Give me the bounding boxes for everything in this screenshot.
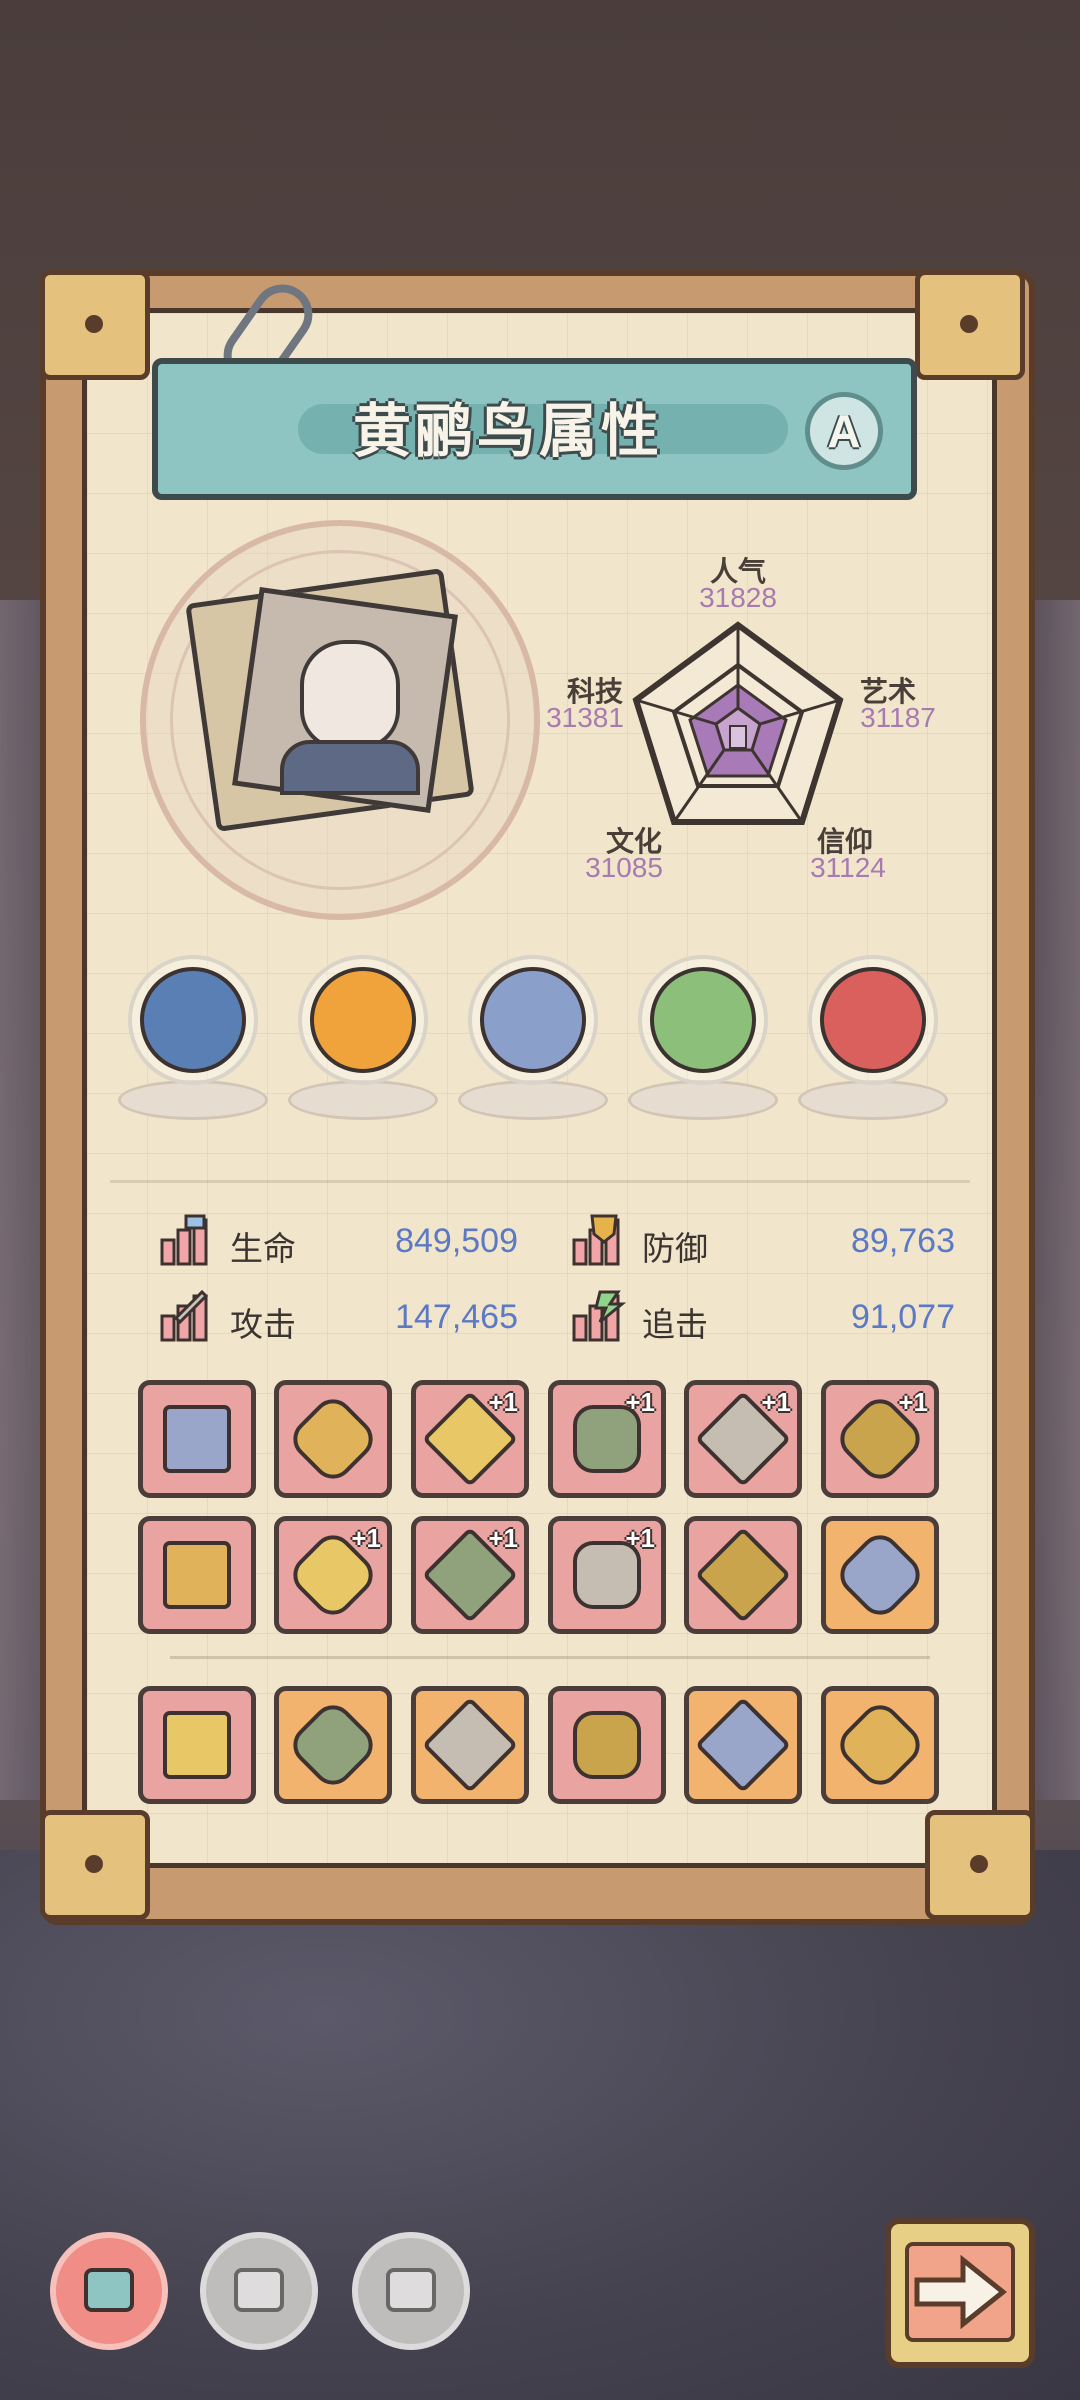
attribute-radar: 人气 31828 艺术 31187 信仰 31124 文化 31085 科技 3… (540, 530, 950, 910)
map-icon (234, 2268, 284, 2312)
boot-icon (284, 1696, 382, 1794)
upgrade-badge: +1 (761, 1387, 791, 1417)
page-title: 黄鹂鸟属性 (352, 399, 663, 464)
orb-stand (798, 1080, 948, 1120)
next-button[interactable] (885, 2218, 1035, 2368)
map-icon (386, 2268, 436, 2312)
golden-orb-icon (284, 1390, 382, 1488)
jester-icon (694, 1696, 792, 1794)
frame-corner (40, 270, 150, 380)
stat-atk: 攻击 147,465 (158, 1286, 528, 1346)
upgrade-badge: +1 (625, 1387, 655, 1417)
upgrade-badge: +1 (488, 1387, 518, 1417)
equipment-slot[interactable] (274, 1686, 392, 1804)
radar-value-tech: 31381 (546, 702, 624, 733)
relic-row (110, 955, 970, 1135)
equipment-slot[interactable] (138, 1686, 256, 1804)
arrow-right-icon (914, 2254, 1008, 2330)
stat-value-def: 89,763 (851, 1222, 955, 1260)
upgrade-badge: +1 (351, 1523, 381, 1553)
lightning-stat-icon (572, 1290, 627, 1342)
equipment-slot[interactable]: +1 (411, 1380, 529, 1498)
stat-value-atk: 147,465 (395, 1298, 518, 1336)
map-tab-active[interactable] (50, 2232, 168, 2350)
map-icon (84, 2268, 134, 2312)
stat-label-atk: 攻击 (230, 1306, 296, 1343)
stat-def: 防御 89,763 (570, 1210, 955, 1270)
frame-corner (915, 270, 1025, 380)
red-orb-icon (820, 967, 926, 1073)
sun-scepter-icon (831, 1526, 929, 1624)
next-inner (905, 2242, 1015, 2342)
equipment-slot[interactable]: +1 (548, 1380, 666, 1498)
equipment-slot[interactable]: +1 (548, 1516, 666, 1634)
upgrade-badge: +1 (898, 1387, 928, 1417)
frame-corner (40, 1810, 150, 1920)
heart-stat-icon (160, 1214, 208, 1266)
relic-slot[interactable] (118, 955, 268, 1130)
radar-value-popularity: 31828 (699, 582, 777, 613)
equipment-slot[interactable] (548, 1686, 666, 1804)
equipment-slot[interactable]: +1 (821, 1380, 939, 1498)
axe-icon (573, 1711, 641, 1779)
equipment-slot[interactable] (821, 1516, 939, 1634)
upgrade-badge: +1 (488, 1523, 518, 1553)
spear-icon (421, 1696, 519, 1794)
stat-label-hp: 生命 (230, 1230, 296, 1267)
broadsword-icon (163, 1541, 231, 1609)
equipment-slot[interactable] (138, 1380, 256, 1498)
frame-corner (925, 1810, 1035, 1920)
divider (110, 1180, 970, 1183)
stats-panel: 生命 849,509 防御 89,763 攻击 147,465 追击 91,07 (150, 1210, 955, 1360)
map-tab-2[interactable] (200, 2232, 318, 2350)
equipment-slot[interactable] (274, 1380, 392, 1498)
stat-value-hp: 849,509 (395, 1222, 518, 1260)
radar-value-art: 31187 (860, 702, 936, 733)
equipment-slot[interactable] (138, 1516, 256, 1634)
stat-chase: 追击 91,077 (570, 1286, 955, 1346)
radar-value-culture: 31085 (585, 852, 663, 883)
jade-torch-icon (650, 967, 756, 1073)
divider (170, 1656, 930, 1659)
orb-stand (628, 1080, 778, 1120)
relic-slot[interactable] (798, 955, 948, 1130)
upgrade-badge: +1 (625, 1523, 655, 1553)
equipment-slot[interactable]: +1 (274, 1516, 392, 1634)
title-banner: 黄鹂鸟属性 A (152, 358, 917, 500)
hook-icon (831, 1696, 929, 1794)
radar-value-faith: 31124 (810, 852, 886, 883)
map-tab-3[interactable] (352, 2232, 470, 2350)
relic-slot[interactable] (288, 955, 438, 1130)
equipment-slot[interactable]: +1 (684, 1380, 802, 1498)
knife-icon (694, 1526, 792, 1624)
equipment-slot[interactable] (821, 1686, 939, 1804)
relic-slot[interactable] (628, 955, 778, 1130)
equipment-slot[interactable]: +1 (411, 1516, 529, 1634)
stat-label-chase: 追击 (642, 1306, 708, 1343)
equipment-slot[interactable] (684, 1686, 802, 1804)
compass-icon (480, 967, 586, 1073)
orb-stand (288, 1080, 438, 1120)
character-body-icon (280, 740, 420, 795)
stat-value-chase: 91,077 (851, 1298, 955, 1336)
crystal-gauntlet-icon (163, 1405, 231, 1473)
orb-stand (458, 1080, 608, 1120)
orb-stand (118, 1080, 268, 1120)
background-right (1030, 600, 1080, 1800)
equipment-slot[interactable] (411, 1686, 529, 1804)
stat-hp: 生命 849,509 (158, 1210, 528, 1270)
relic-slot[interactable] (458, 955, 608, 1130)
equipment-slot[interactable] (684, 1516, 802, 1634)
grade-badge[interactable]: A (805, 392, 883, 470)
helmet-icon (163, 1711, 231, 1779)
shield-stat-icon (572, 1214, 620, 1266)
sword-stat-icon (160, 1290, 209, 1342)
chrysanthemum-icon (310, 967, 416, 1073)
stat-label-def: 防御 (642, 1230, 708, 1267)
serpent-relic-icon (140, 967, 246, 1073)
character-face-icon (300, 640, 400, 750)
